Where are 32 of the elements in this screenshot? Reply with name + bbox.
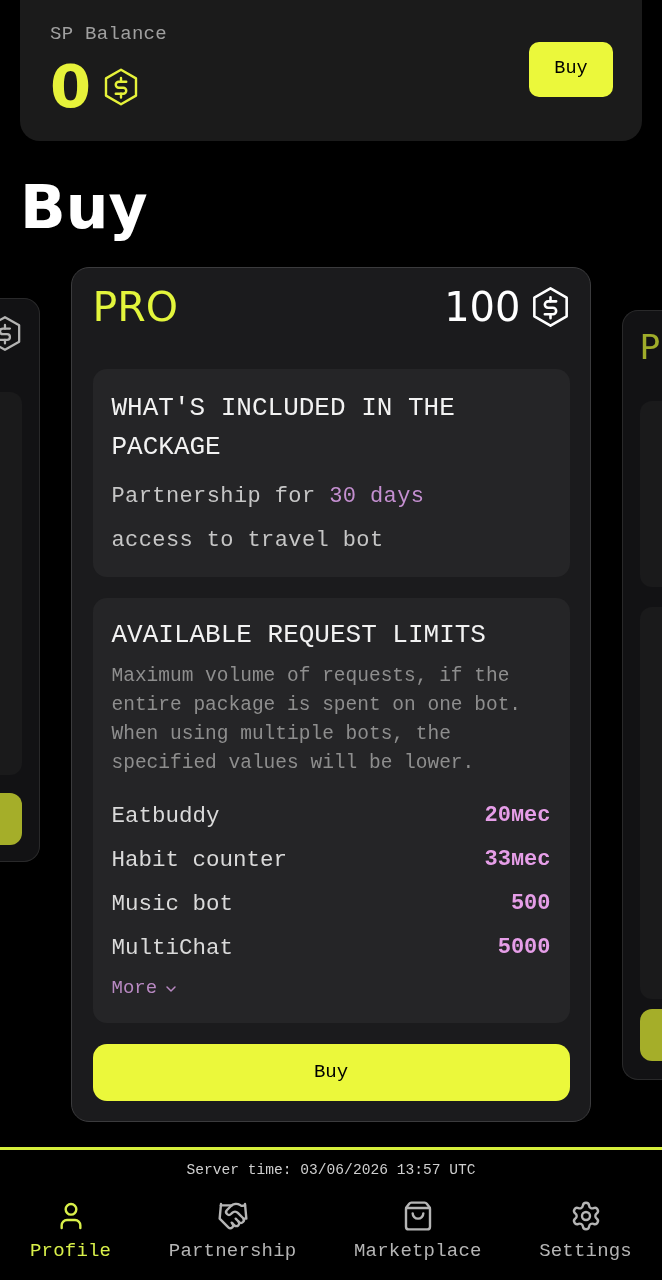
nav-tab[interactable]: Marketplace — [353, 1200, 482, 1263]
bot-name: Habit counter — [111, 845, 288, 875]
package-title: P — [639, 331, 661, 363]
nav-tab[interactable]: Settings — [539, 1200, 632, 1263]
request-limit: 500 — [510, 889, 551, 918]
balance-amount: 0 — [50, 58, 92, 116]
server-time: Server time: 03/06/2026 13:57 UTC — [186, 1161, 476, 1179]
request-limit: 33мес — [484, 845, 551, 874]
request-limit: 20мес — [484, 801, 551, 830]
limits-description: Maximum volume of requests, if the entire package is spent on one bot. When using multiple bots, the specified values will be lower. — [111, 664, 523, 776]
nav-tab[interactable]: Profile — [30, 1200, 112, 1263]
nav-tab[interactable]: Partnership — [168, 1200, 297, 1263]
more-link[interactable]: More — [111, 974, 180, 1003]
buy-button[interactable] — [639, 1009, 662, 1061]
coin-icon — [0, 314, 22, 352]
panel-heading: WHAT'S INCLUDED IN THE PACKAGE — [111, 392, 456, 464]
coin-icon — [103, 67, 140, 107]
buy-button[interactable]: Buy — [92, 1043, 570, 1101]
included-item: Partnership for 30 days — [111, 483, 426, 511]
bot-name: Music bot — [111, 889, 234, 919]
package-title: PRO — [92, 286, 178, 328]
panel-heading: AVAILABLE REQUEST LIMITS — [111, 619, 487, 652]
handshake-icon — [216, 1200, 249, 1232]
buy-button[interactable] — [0, 792, 22, 845]
buy-button[interactable]: Buy — [529, 41, 613, 97]
package-price: 100 — [444, 286, 521, 328]
bot-name: MultiChat — [111, 933, 234, 963]
request-limit: 5000 — [497, 933, 551, 962]
bot-name: Eatbuddy — [111, 801, 220, 831]
balance-label: SP Balance — [50, 22, 168, 46]
coin-icon — [530, 286, 570, 328]
included-item: access to travel bot — [111, 527, 385, 555]
